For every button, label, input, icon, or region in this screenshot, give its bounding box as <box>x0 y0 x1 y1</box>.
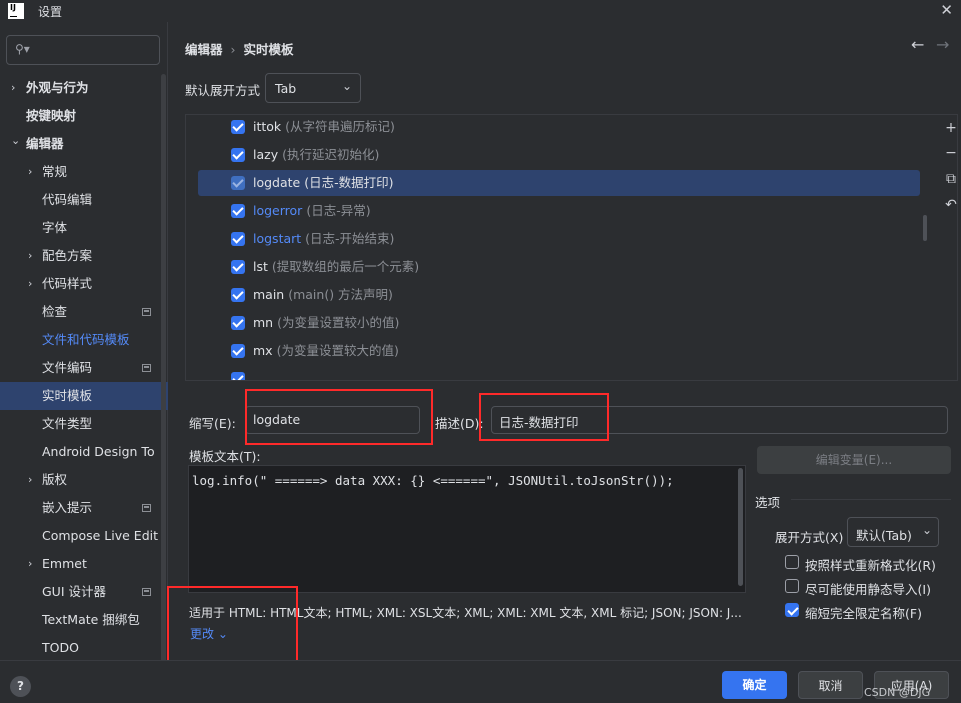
search-icon: ⚲▾ <box>15 42 30 56</box>
close-icon[interactable]: ✕ <box>940 1 953 19</box>
breadcrumb-parent[interactable]: 编辑器 <box>185 42 223 57</box>
template-checkbox[interactable] <box>231 372 245 380</box>
breadcrumb-separator: › <box>230 42 236 57</box>
breadcrumb-current: 实时模板 <box>243 42 294 57</box>
sidebar-item-general[interactable]: › 常规 <box>0 158 160 186</box>
description-label: 描述(D): <box>435 416 484 431</box>
project-settings-icon <box>142 588 151 596</box>
checkbox-checked[interactable] <box>785 603 799 617</box>
sidebar-item-file-types[interactable]: 文件类型 <box>0 410 160 438</box>
default-expand-value: Tab <box>275 81 297 96</box>
template-row-main[interactable]: main (main() 方法声明) <box>198 282 920 308</box>
settings-sidebar: ⚲▾ › 外观与行为 按键映射 ⌄ 编辑器 › 常规 代码编辑 字体 › 配色方… <box>0 22 168 664</box>
template-checkbox[interactable] <box>231 120 245 134</box>
options-divider <box>791 499 951 500</box>
checkbox-unchecked[interactable] <box>785 555 799 569</box>
chevron-down-icon: ⌄ <box>341 79 352 93</box>
project-settings-icon <box>142 308 151 316</box>
template-checkbox[interactable] <box>231 316 245 330</box>
sidebar-item-file-encodings[interactable]: 文件编码 <box>0 354 160 382</box>
default-expand-label: 默认展开方式 <box>185 83 261 98</box>
settings-search-input[interactable]: ⚲▾ <box>6 35 160 65</box>
edit-variables-button[interactable]: 编辑变量(E)... <box>757 446 951 474</box>
chevron-down-icon: ⌄ <box>921 523 932 537</box>
sidebar-item-inspections[interactable]: 检查 <box>0 298 160 326</box>
sidebar-item-gui-designer[interactable]: GUI 设计器 <box>0 578 160 606</box>
back-arrow-icon[interactable]: ← <box>911 35 924 54</box>
default-expand-select[interactable]: Tab ⌄ <box>265 73 361 103</box>
template-text-scrollbar[interactable] <box>738 468 743 586</box>
template-row-ittok[interactable]: ittok (从字符串遍历标记) <box>198 115 920 140</box>
cancel-button[interactable]: 取消 <box>798 671 863 699</box>
template-row-mx[interactable]: mx (为变量设置较大的值) <box>198 338 920 364</box>
abbreviation-label: 缩写(E): <box>189 416 236 431</box>
sidebar-item-file-templates[interactable]: 文件和代码模板 <box>0 326 160 354</box>
template-text-label: 模板文本(T): <box>189 449 261 464</box>
template-row-logerror[interactable]: logerror (日志-异常) <box>198 198 920 224</box>
sidebar-item-live-templates[interactable]: 实时模板 <box>0 382 168 410</box>
sidebar-item-textmate-bundles[interactable]: TextMate 捆绑包 <box>0 606 160 634</box>
template-list-scrollbar[interactable] <box>923 215 927 241</box>
template-row-logdate[interactable]: logdate (日志-数据打印) <box>198 170 920 196</box>
highlight-box <box>245 389 433 445</box>
template-checkbox[interactable] <box>231 176 245 190</box>
ok-button[interactable]: 确定 <box>722 671 787 699</box>
template-checkbox[interactable] <box>231 148 245 162</box>
breadcrumb: 编辑器 › 实时模板 <box>185 39 294 58</box>
template-checkbox[interactable] <box>231 232 245 246</box>
sidebar-item-appearance[interactable]: › 外观与行为 <box>0 74 160 102</box>
template-checkbox[interactable] <box>231 260 245 274</box>
forward-arrow-icon[interactable]: → <box>936 35 949 54</box>
title-bar: IJ 设置 ✕ <box>0 0 961 22</box>
dialog-footer: ? 确定 取消 应用(A) <box>0 660 961 703</box>
remove-icon[interactable]: − <box>943 145 959 161</box>
template-checkbox[interactable] <box>231 288 245 302</box>
template-list[interactable]: ittok (从字符串遍历标记) lazy (执行延迟初始化) logdate … <box>185 114 958 381</box>
sidebar-item-copyright[interactable]: › 版权 <box>0 466 160 494</box>
add-icon[interactable]: + <box>943 120 959 136</box>
sidebar-item-code-style[interactable]: › 代码样式 <box>0 270 160 298</box>
sidebar-item-color-scheme[interactable]: › 配色方案 <box>0 242 160 270</box>
checkbox-unchecked[interactable] <box>785 579 799 593</box>
help-button[interactable]: ? <box>10 676 31 697</box>
app-logo-icon: IJ <box>8 3 24 19</box>
template-text-editor[interactable]: log.info(" ======> data XXX: {} <======"… <box>188 465 746 593</box>
template-checkbox[interactable] <box>231 204 245 218</box>
sidebar-item-android-design-tools[interactable]: Android Design To <box>0 438 160 466</box>
sidebar-item-keymap[interactable]: 按键映射 <box>0 102 160 130</box>
expand-with-select[interactable]: 默认(Tab) ⌄ <box>847 517 939 547</box>
sidebar-item-inlay-hints[interactable]: 嵌入提示 <box>0 494 160 522</box>
template-row-partial[interactable] <box>198 366 920 380</box>
project-settings-icon <box>142 504 151 512</box>
watermark: CSDN @DJG <box>864 686 931 699</box>
window-title: 设置 <box>38 5 63 19</box>
template-checkbox[interactable] <box>231 344 245 358</box>
sidebar-item-code-editing[interactable]: 代码编辑 <box>0 186 160 214</box>
sidebar-item-emmet[interactable]: › Emmet <box>0 550 160 578</box>
options-title: 选项 <box>755 495 781 510</box>
template-row-logstart[interactable]: logstart (日志-开始结束) <box>198 226 920 252</box>
project-settings-icon <box>142 364 151 372</box>
sidebar-scrollbar[interactable] <box>161 74 166 664</box>
template-row-mn[interactable]: mn (为变量设置较小的值) <box>198 310 920 336</box>
sidebar-item-editor[interactable]: ⌄ 编辑器 <box>0 130 160 158</box>
expand-with-label: 展开方式(X) <box>775 530 844 545</box>
sidebar-item-compose-live-edit[interactable]: Compose Live Edit <box>0 522 160 550</box>
sidebar-item-font[interactable]: 字体 <box>0 214 160 242</box>
sidebar-item-todo[interactable]: TODO <box>0 634 160 662</box>
template-row-lst[interactable]: lst (提取数组的最后一个元素) <box>198 254 920 280</box>
expand-with-value: 默认(Tab) <box>856 528 912 543</box>
highlight-box <box>479 393 609 441</box>
highlight-box <box>167 586 298 662</box>
live-templates-panel: 编辑器 › 实时模板 ← → 默认展开方式 Tab ⌄ ittok (从字符串遍历标… <box>167 22 961 662</box>
revert-icon[interactable]: ↶ <box>943 197 959 213</box>
template-row-lazy[interactable]: lazy (执行延迟初始化) <box>198 142 920 168</box>
copy-icon[interactable]: ⧉ <box>943 171 959 187</box>
